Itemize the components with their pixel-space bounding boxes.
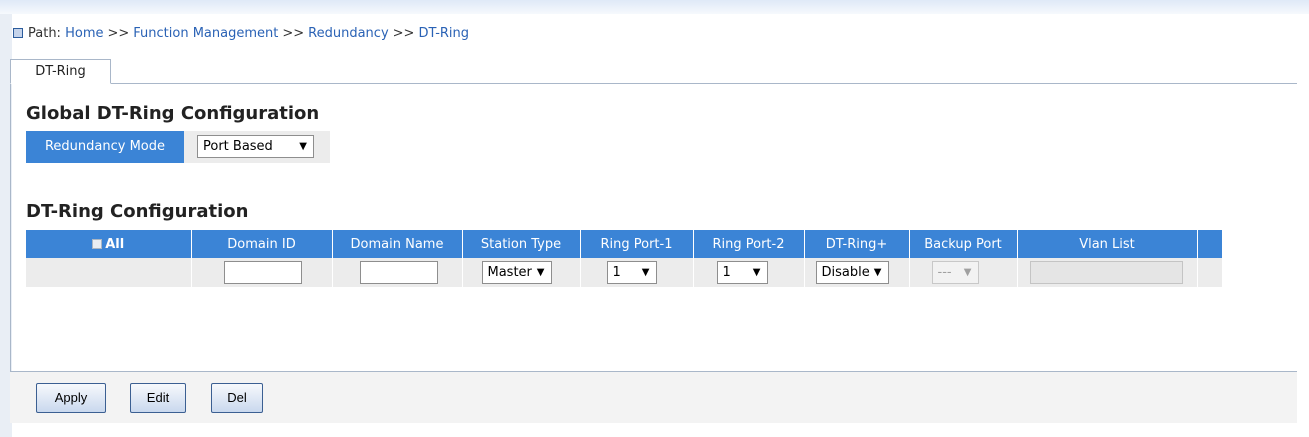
- redundancy-mode-select[interactable]: Port Based ▼: [197, 135, 314, 158]
- header-all[interactable]: All: [26, 230, 192, 258]
- ring-config-title: DT-Ring Configuration: [26, 201, 249, 222]
- station-type-select[interactable]: Master ▼: [481, 261, 552, 284]
- header-vlan-list: Vlan List: [1017, 230, 1198, 258]
- breadcrumb-redundancy[interactable]: Redundancy: [308, 26, 388, 41]
- dropdown-arrow-icon: ▼: [299, 141, 307, 152]
- dropdown-arrow-icon: ▼: [873, 267, 882, 278]
- dt-ring-plus-select[interactable]: Disable ▼: [815, 261, 889, 284]
- backup-port-value: ---: [937, 265, 952, 280]
- breadcrumb-separator: >>: [392, 26, 415, 41]
- header-domain-id: Domain ID: [191, 230, 333, 258]
- header-all-label: All: [105, 236, 125, 252]
- dropdown-arrow-icon: ▼: [536, 267, 545, 278]
- dt-ring-plus-cell: Disable ▼: [804, 258, 910, 287]
- dropdown-arrow-icon: ▼: [963, 267, 972, 278]
- apply-button[interactable]: Apply: [36, 383, 106, 413]
- vlan-list-cell: [1017, 258, 1198, 287]
- backup-port-cell: --- ▼: [909, 258, 1018, 287]
- ring-port-1-select[interactable]: 1 ▼: [606, 261, 657, 284]
- station-type-value: Master: [487, 265, 532, 280]
- page: Path: Home >> Function Management >> Redunda…: [0, 0, 1309, 437]
- button-bar: [10, 372, 1297, 423]
- station-type-cell: Master ▼: [462, 258, 581, 287]
- breadcrumb: Path: Home >> Function Management >> Redunda…: [13, 26, 469, 41]
- top-banner: [0, 0, 1309, 14]
- edit-button[interactable]: Edit: [130, 383, 186, 413]
- header-ring-port-2: Ring Port-2: [693, 230, 805, 258]
- table-header-row: All Domain ID Domain Name Station Type R…: [26, 230, 1223, 258]
- header-station-type: Station Type: [462, 230, 581, 258]
- domain-id-input[interactable]: [223, 261, 302, 284]
- redundancy-mode-label: Redundancy Mode: [26, 131, 184, 163]
- redundancy-mode-value: Port Based: [203, 139, 273, 154]
- global-config-title: Global DT-Ring Configuration: [26, 103, 320, 124]
- header-domain-name: Domain Name: [332, 230, 463, 258]
- tab-panel: [10, 84, 1297, 372]
- row-spacer-cell: [1197, 258, 1223, 287]
- select-all-checkbox[interactable]: [92, 238, 103, 249]
- ring-port-2-cell: 1 ▼: [693, 258, 805, 287]
- dt-ring-plus-value: Disable: [821, 265, 870, 280]
- ring-port-2-select[interactable]: 1 ▼: [716, 261, 768, 284]
- tab-dt-ring[interactable]: DT-Ring: [10, 59, 111, 84]
- dropdown-arrow-icon: ▼: [752, 267, 761, 278]
- domain-name-cell: [332, 258, 463, 287]
- table-row: Master ▼ 1 ▼ 1 ▼ Disable ▼ --- ▼: [26, 258, 1223, 287]
- del-button[interactable]: Del: [211, 383, 263, 413]
- domain-id-cell: [191, 258, 333, 287]
- header-spacer: [1197, 230, 1223, 258]
- breadcrumb-separator: >>: [282, 26, 305, 41]
- ring-port-2-value: 1: [722, 265, 731, 280]
- redundancy-mode-cell: Port Based ▼: [184, 131, 330, 163]
- dropdown-arrow-icon: ▼: [641, 267, 650, 278]
- row-select-cell: [26, 258, 192, 287]
- breadcrumb-separator: >>: [107, 26, 130, 41]
- breadcrumb-home[interactable]: Home: [65, 26, 103, 41]
- header-ring-port-1: Ring Port-1: [580, 230, 694, 258]
- breadcrumb-dt-ring[interactable]: DT-Ring: [418, 26, 469, 41]
- dt-ring-table: All Domain ID Domain Name Station Type R…: [26, 230, 1223, 287]
- backup-port-select: --- ▼: [931, 261, 979, 284]
- ring-port-1-value: 1: [612, 265, 621, 280]
- header-backup-port: Backup Port: [909, 230, 1018, 258]
- square-bullet-icon: [13, 28, 23, 38]
- vlan-list-input: [1029, 261, 1183, 284]
- breadcrumb-prefix: Path:: [28, 26, 61, 41]
- ring-port-1-cell: 1 ▼: [580, 258, 694, 287]
- breadcrumb-function-management[interactable]: Function Management: [133, 26, 278, 41]
- header-dt-ring-plus: DT-Ring+: [804, 230, 910, 258]
- domain-name-input[interactable]: [359, 261, 438, 284]
